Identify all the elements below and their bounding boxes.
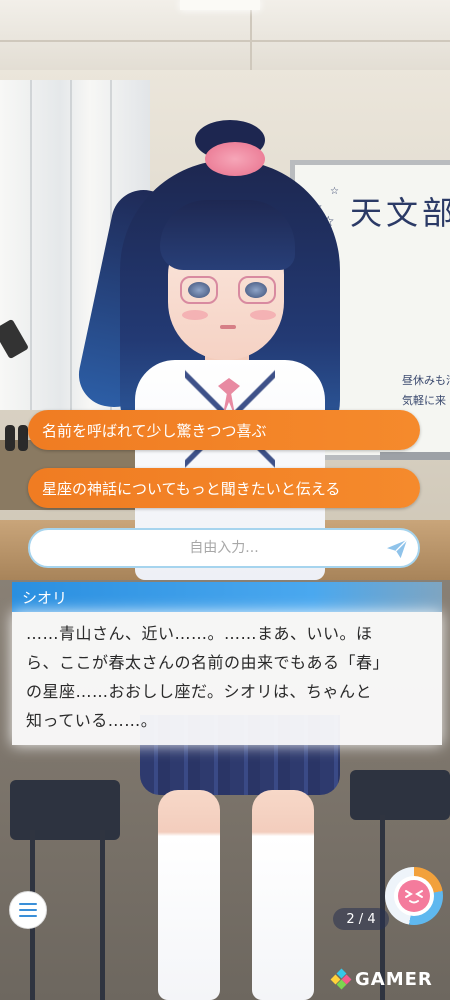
dialog-line: ら、ここが春太さんの名前の由来でもある「春」 [26, 653, 390, 672]
character-blush [182, 310, 208, 320]
emotion-gauge[interactable] [385, 867, 443, 925]
dialog-line: ……青山さん、近い……。……まあ、いい。ほ [26, 624, 373, 643]
choice-label: 名前を呼ばれて少し驚きつつ喜ぶ [42, 421, 267, 440]
gamer-logo-icon [330, 968, 352, 990]
character-mouth [220, 325, 236, 329]
ceiling-line [250, 0, 252, 70]
speaker-name: シオリ [22, 588, 68, 607]
character-glasses [180, 276, 218, 304]
ceiling-light [180, 0, 260, 10]
choice-button-1[interactable]: 名前を呼ばれて少し驚きつつ喜ぶ [28, 410, 420, 450]
free-input-field[interactable] [28, 528, 420, 568]
binoculars [5, 425, 15, 451]
page-counter: 2 / 4 [333, 908, 389, 930]
whiteboard-note: 気軽に来 [402, 394, 446, 407]
hamburger-menu-icon [19, 903, 37, 917]
menu-button[interactable] [9, 891, 47, 929]
chair-leg [100, 830, 105, 1000]
whiteboard-tray [380, 452, 450, 460]
choice-label: 星座の神話についてもっと聞きたいと伝える [42, 479, 341, 498]
character-blush [250, 310, 276, 320]
curtain-fold [30, 80, 32, 410]
choice-button-2[interactable]: 星座の神話についてもっと聞きたいと伝える [28, 468, 420, 508]
character-leg [252, 790, 314, 1000]
folding-chair [350, 770, 450, 820]
ceiling [0, 0, 450, 70]
emotion-face-icon [398, 880, 430, 912]
gamer-watermark: GAMER [330, 968, 433, 990]
dialog-text-box[interactable]: ……青山さん、近い……。……まあ、いい。ほ ら、ここが春太さんの名前の由来でもあ… [12, 612, 442, 745]
star-doodle-icon: ☆ [330, 186, 339, 197]
speaker-name-bar: シオリ [12, 582, 442, 612]
character-glasses [238, 276, 276, 304]
dialog-box[interactable]: シオリ ……青山さん、近い……。……まあ、いい。ほ ら、ここが春太さんの名前の由… [12, 582, 442, 745]
dialog-line: の星座……おおしし座だ。シオリは、ちゃんと [26, 682, 373, 701]
character-scrunchie [205, 142, 265, 176]
character-bangs [160, 200, 295, 270]
emotion-gauge-inner [394, 876, 434, 916]
ceiling-line [0, 40, 450, 42]
whiteboard-note: 昼休みも活 [402, 374, 450, 387]
send-icon[interactable] [386, 539, 408, 559]
character-leg [158, 790, 220, 1000]
free-input-text[interactable] [72, 539, 376, 557]
whiteboard-title: 天文部 [350, 194, 450, 232]
dialog-line: 知っている……。 [26, 711, 158, 730]
curtain-fold [70, 80, 72, 410]
watermark-text: GAMER [355, 968, 433, 990]
binoculars [18, 425, 28, 451]
